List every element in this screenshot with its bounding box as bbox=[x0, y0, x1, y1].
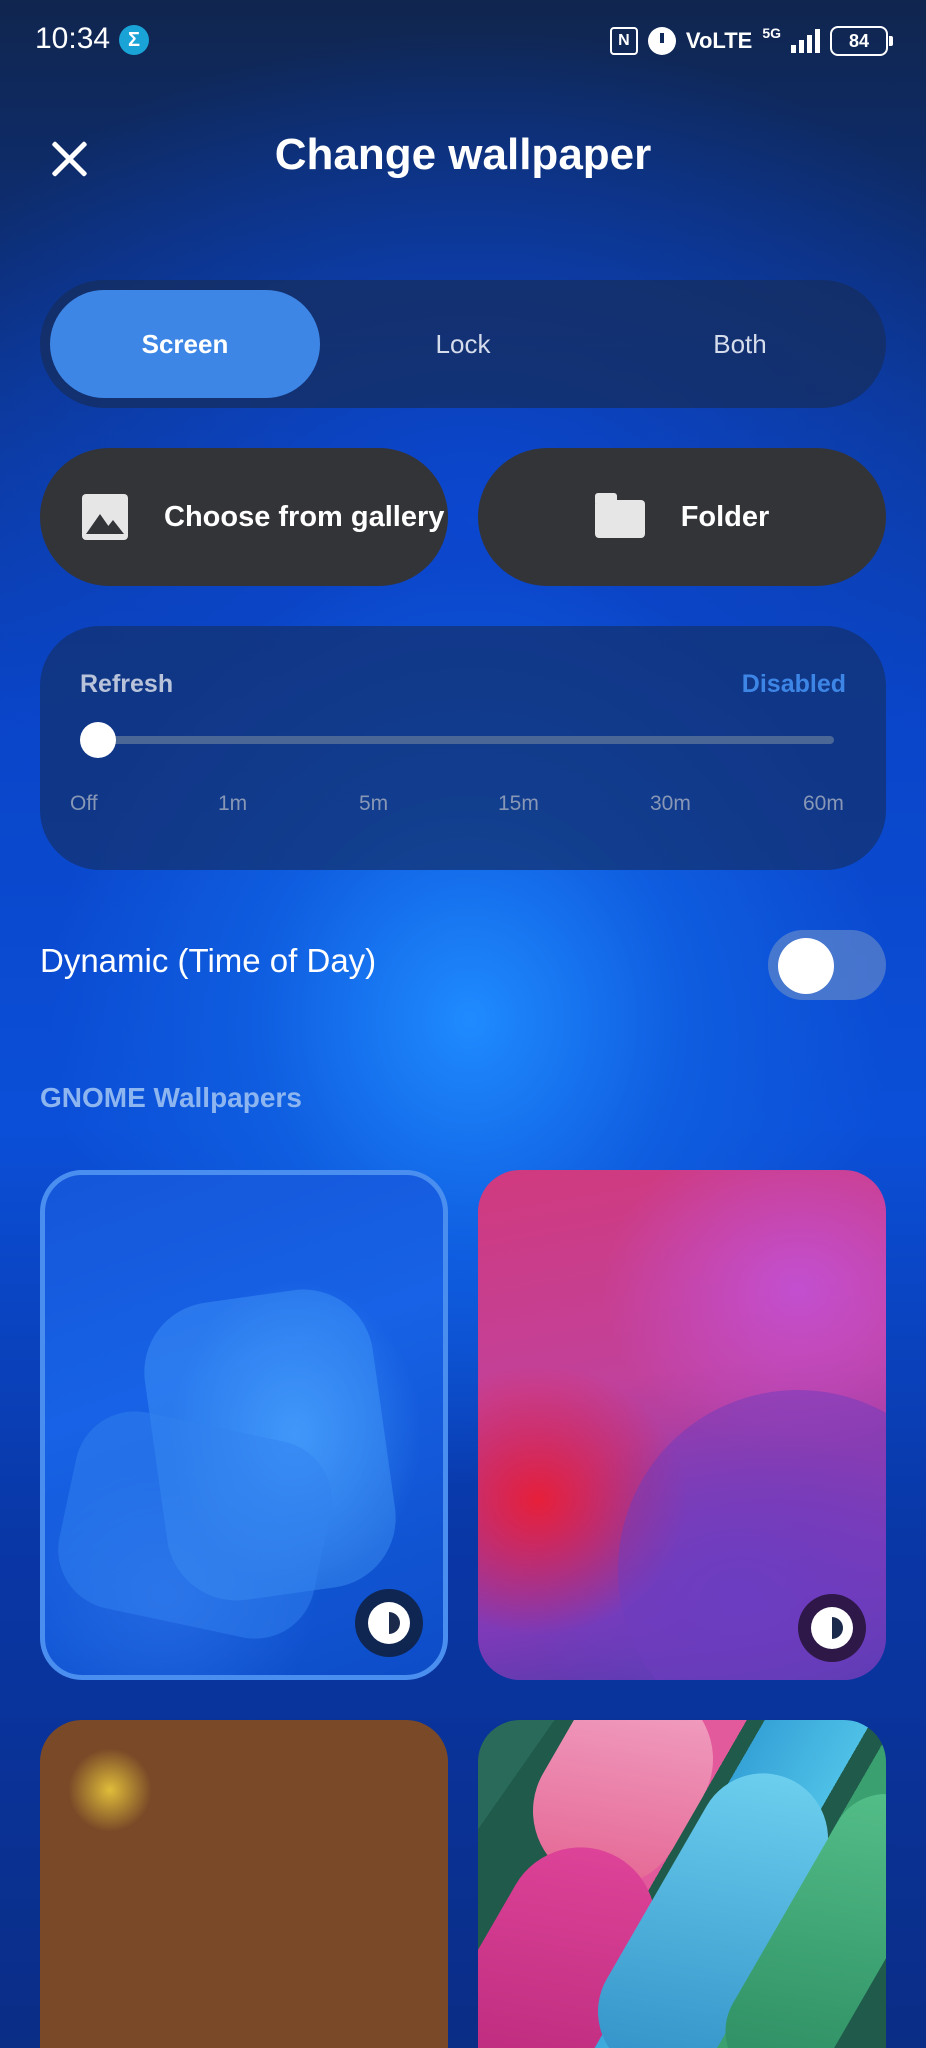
tick-60m: 60m bbox=[803, 792, 844, 815]
refresh-slider-track[interactable] bbox=[96, 736, 834, 744]
toggle-knob bbox=[778, 938, 834, 994]
choose-from-gallery-button[interactable]: Choose from gallery bbox=[40, 448, 448, 586]
day-night-badge bbox=[798, 1594, 866, 1662]
refresh-slider-thumb[interactable] bbox=[80, 722, 116, 758]
tick-5m: 5m bbox=[359, 792, 389, 815]
tab-screen[interactable]: Screen bbox=[50, 290, 320, 398]
status-indicators: N VoLTE 5G 84 bbox=[609, 24, 893, 58]
refresh-label: Refresh bbox=[80, 670, 174, 698]
status-time: 10:34 bbox=[35, 22, 111, 55]
image-icon bbox=[82, 494, 128, 540]
status-bar: 10:34 Σ N VoLTE 5G 84 bbox=[0, 0, 926, 80]
brightness-icon bbox=[815, 1611, 849, 1645]
nfc-icon: N bbox=[609, 27, 638, 55]
wallpaper-tile-selected[interactable] bbox=[40, 1170, 448, 1680]
signal-icon bbox=[791, 29, 820, 53]
alarm-icon bbox=[647, 27, 676, 55]
wallpaper-tile[interactable] bbox=[478, 1170, 886, 1680]
refresh-status: Disabled bbox=[741, 670, 846, 698]
tick-off: Off bbox=[70, 792, 98, 815]
dynamic-label: Dynamic (Time of Day) bbox=[40, 942, 377, 979]
day-night-badge bbox=[355, 1589, 423, 1657]
choose-from-gallery-label: Choose from gallery bbox=[164, 500, 445, 533]
tab-both[interactable]: Both bbox=[605, 290, 875, 398]
folder-icon bbox=[594, 493, 645, 538]
tab-lock[interactable]: Lock bbox=[328, 290, 598, 398]
brightness-icon bbox=[372, 1606, 406, 1640]
tick-1m: 1m bbox=[218, 792, 248, 815]
dynamic-toggle[interactable] bbox=[768, 930, 886, 1000]
refresh-card: Refresh Disabled Off 1m 5m 15m 30m 60m bbox=[40, 626, 886, 870]
notification-app-icon: Σ bbox=[119, 25, 149, 55]
page-title: Change wallpaper bbox=[274, 130, 652, 179]
folder-button[interactable]: Folder bbox=[478, 448, 886, 586]
battery-icon: 84 bbox=[830, 26, 893, 56]
target-selector: Screen Lock Both bbox=[40, 280, 886, 408]
wallpaper-tile[interactable] bbox=[478, 1720, 886, 2048]
section-title: GNOME Wallpapers bbox=[40, 1082, 302, 1113]
folder-label: Folder bbox=[680, 500, 770, 533]
network-gen-indicator: 5G bbox=[762, 25, 781, 41]
wallpaper-tile[interactable] bbox=[40, 1720, 448, 2048]
volte-indicator: VoLTE bbox=[685, 28, 753, 53]
tick-30m: 30m bbox=[650, 792, 691, 815]
tick-15m: 15m bbox=[498, 792, 539, 815]
